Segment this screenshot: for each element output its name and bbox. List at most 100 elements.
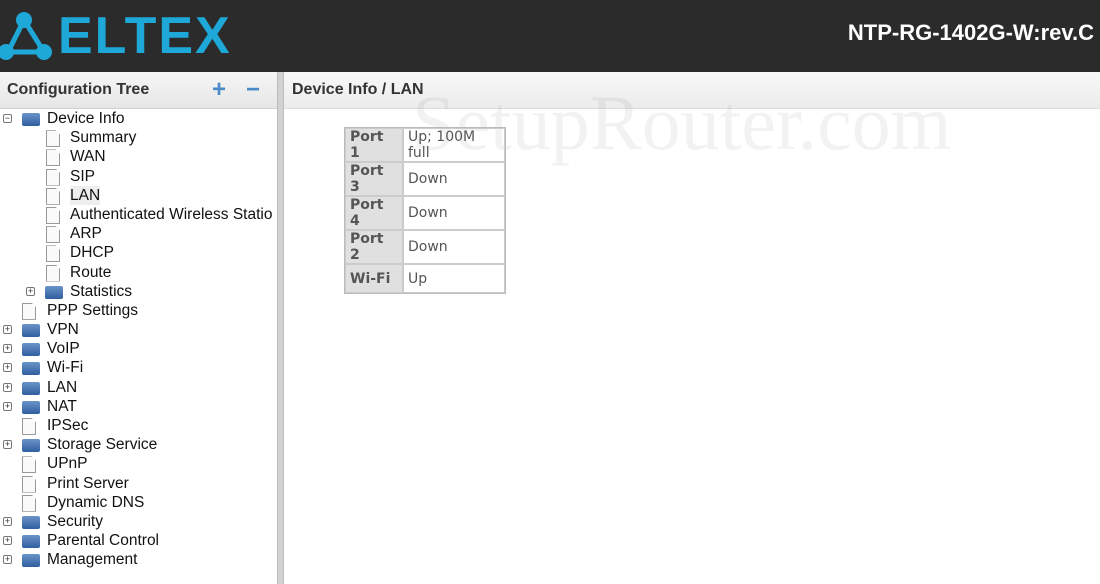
expand-toggle-icon[interactable]: +: [3, 536, 12, 546]
lan-port-status-table: Port 1 Up; 100M full Port 3 Down Port 4 Down P…: [344, 127, 506, 294]
collapse-toggle-icon[interactable]: −: [3, 114, 12, 123]
tree-item-label: NAT: [47, 397, 77, 415]
tree-item-label: Management: [47, 551, 138, 569]
tree-item[interactable]: UPnP: [0, 454, 277, 474]
tree-item[interactable]: DHCP: [0, 243, 277, 263]
folder-icon: [22, 324, 40, 338]
page-icon: [22, 418, 36, 435]
page-icon: [46, 226, 60, 244]
tree-item[interactable]: Print Server: [0, 474, 277, 493]
tree-item-label: IPSec: [47, 417, 89, 434]
tree-item-label: Parental Control: [47, 532, 160, 550]
table-row: Wi-Fi Up: [345, 264, 505, 293]
tree-item[interactable]: + Management: [0, 550, 277, 569]
expand-toggle-icon[interactable]: +: [3, 325, 12, 335]
port-status: Up; 100M full: [403, 128, 505, 162]
port-status: Up: [403, 264, 505, 293]
expand-toggle-icon[interactable]: +: [3, 382, 12, 392]
header: ELTEX NTP-RG-1402G-W:rev.C: [0, 0, 1100, 72]
tree-item[interactable]: + Wi-Fi: [0, 358, 277, 377]
page-icon: [22, 302, 36, 320]
tree-item[interactable]: + Storage Service: [0, 435, 277, 454]
tree-header: Configuration Tree + −: [0, 72, 277, 109]
port-status: Down: [403, 196, 505, 230]
tree-item[interactable]: Summary: [0, 128, 277, 148]
page-icon: [22, 475, 36, 493]
tree-item-label: LAN: [70, 185, 101, 205]
page-icon: [46, 130, 60, 148]
port-name: Port 1: [345, 128, 403, 162]
tree-item-label: Wi-Fi: [47, 359, 84, 377]
port-status: Down: [403, 230, 505, 264]
table-row: Port 3 Down: [345, 162, 505, 196]
table-row: Port 1 Up; 100M full: [345, 128, 505, 162]
expand-toggle-icon[interactable]: +: [3, 344, 12, 354]
folder-icon: [22, 439, 40, 453]
configuration-tree-panel: Configuration Tree + − − Device Info Summa…: [0, 72, 277, 584]
expand-toggle-icon[interactable]: +: [3, 363, 12, 373]
tree-item[interactable]: + LAN: [0, 378, 277, 397]
tree-item[interactable]: Route: [0, 263, 277, 282]
tree-item[interactable]: LAN: [0, 185, 277, 205]
tree-item-label: Authenticated Wireless Statio: [70, 205, 273, 223]
tree-item[interactable]: + VPN: [0, 320, 277, 339]
folder-icon: [22, 381, 40, 395]
tree-item-label: UPnP: [47, 455, 88, 473]
main-panel: Device Info / LAN SetupRouter.com Port 1…: [284, 72, 1100, 584]
tree-item[interactable]: + Security: [0, 512, 277, 531]
tree-item-label: ARP: [70, 225, 102, 243]
tree-item[interactable]: + NAT: [0, 397, 277, 416]
folder-icon: [22, 343, 40, 357]
folder-icon: [45, 285, 63, 299]
tree-item[interactable]: Dynamic DNS: [0, 493, 277, 512]
page-icon: [46, 168, 60, 186]
port-name: Port 3: [345, 162, 403, 196]
expand-toggle-icon[interactable]: +: [3, 516, 12, 526]
expand-toggle-icon[interactable]: +: [3, 440, 12, 450]
tree-item-label: Route: [70, 263, 112, 281]
tree-item[interactable]: Authenticated Wireless Statio: [0, 205, 277, 224]
tree-item[interactable]: SIP: [0, 167, 277, 186]
expand-toggle-icon[interactable]: +: [3, 401, 12, 411]
tree-item-label: VoIP: [47, 340, 80, 358]
expand-all-plus-icon[interactable]: +: [209, 78, 229, 102]
tree-item-label: Device Info: [47, 110, 125, 127]
page-icon: [46, 264, 60, 282]
collapse-all-minus-icon[interactable]: −: [243, 78, 263, 102]
table-row: Port 4 Down: [345, 196, 505, 230]
expand-toggle-icon[interactable]: +: [26, 286, 35, 296]
tree-item[interactable]: + VoIP: [0, 339, 277, 358]
tree-item-label: SIP: [70, 167, 95, 185]
page-icon: [22, 456, 36, 474]
tree-item[interactable]: WAN: [0, 147, 277, 167]
expand-toggle-icon[interactable]: +: [3, 555, 12, 565]
tree-item-label: Storage Service: [47, 436, 158, 454]
tree-item-label: WAN: [70, 148, 106, 166]
tree: − Device Info Summary WAN SIP LAN Authenticate…: [0, 109, 277, 570]
port-status: Down: [403, 162, 505, 196]
device-model: NTP-RG-1402G-W:rev.C: [847, 20, 1094, 45]
tree-item-label: Dynamic DNS: [47, 493, 145, 511]
tree-item-label: Print Server: [47, 474, 129, 492]
tree-item[interactable]: + Statistics: [0, 282, 277, 301]
tree-item-label: LAN: [47, 378, 78, 396]
folder-icon: [22, 113, 40, 126]
page-icon: [46, 245, 60, 263]
logo-text: ELTEX: [58, 7, 232, 65]
page-icon: [46, 149, 60, 167]
tree-item[interactable]: − Device Info: [0, 109, 277, 128]
panel-splitter[interactable]: [277, 72, 284, 584]
folder-icon: [22, 554, 40, 568]
tree-item[interactable]: IPSec: [0, 416, 277, 435]
tree-item-label: Summary: [70, 129, 137, 147]
tree-item[interactable]: ARP: [0, 224, 277, 244]
logo-icon: [0, 12, 52, 60]
tree-item[interactable]: + Parental Control: [0, 531, 277, 550]
port-name: Wi-Fi: [345, 264, 403, 293]
tree-item[interactable]: PPP Settings: [0, 301, 277, 320]
port-name: Port 2: [345, 230, 403, 264]
folder-icon: [22, 400, 40, 414]
folder-icon: [22, 515, 40, 529]
table-row: Port 2 Down: [345, 230, 505, 264]
tree-title: Configuration Tree: [7, 81, 150, 98]
